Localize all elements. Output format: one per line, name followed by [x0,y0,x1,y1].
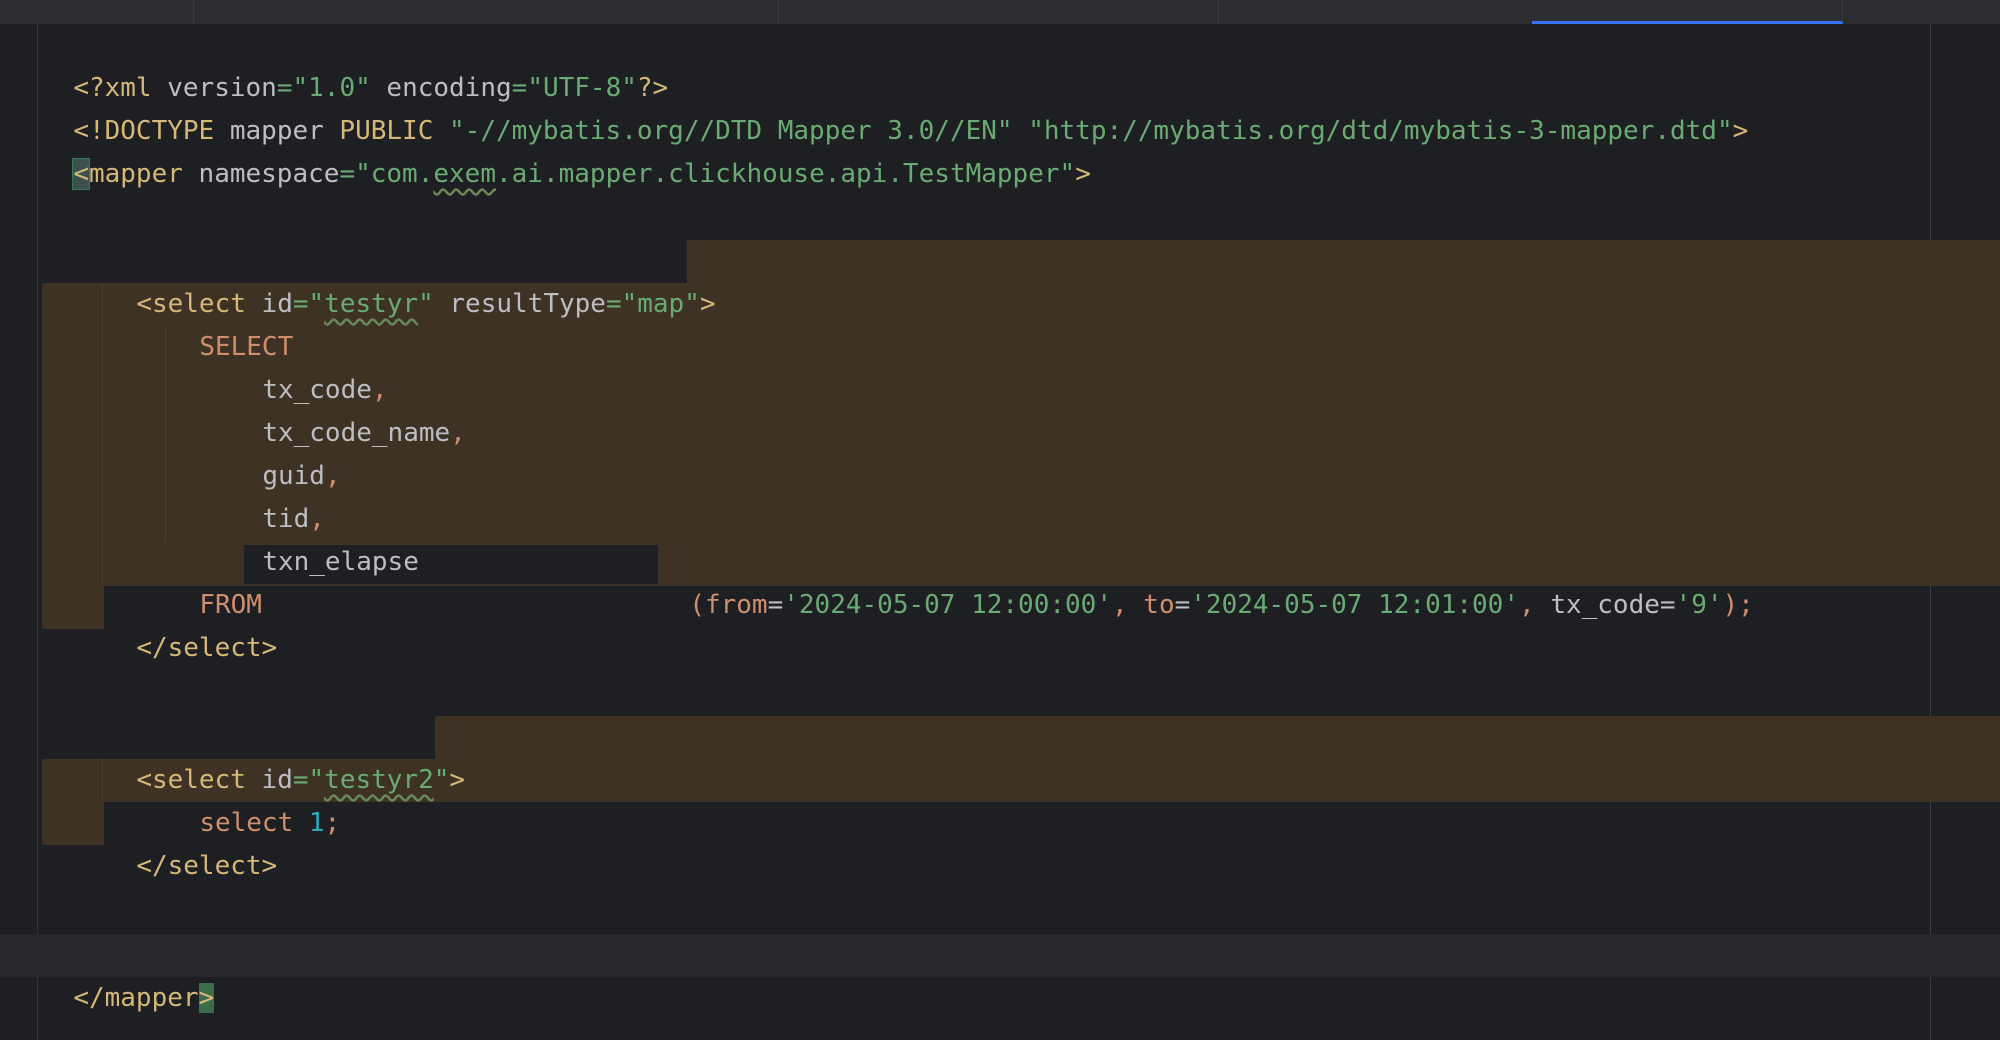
editor-tab-active[interactable] [1532,0,1843,24]
param-value: '2024-05-07 12:00:00' [783,590,1112,620]
doctype-system-id: "http://mybatis.org/dtd/mybatis-3-mapper… [1028,116,1733,146]
gutter-divider [37,24,38,1040]
editor-tab[interactable] [0,0,194,24]
code-line-mapper-close[interactable]: </mapper> [42,934,215,1013]
code-line-sql-select[interactable]: SELECT [168,283,293,362]
select-open-gt: > [449,765,466,795]
code-line-select2-close[interactable]: </select> [105,802,277,881]
code-line-mapper-open[interactable]: <mapper namespace="com.exem.ai.mapper.cl… [42,110,1091,190]
id-quote: " [433,765,450,795]
injected-language-highlight [435,716,2000,759]
mapper-close-gt-caret: > [198,983,215,1013]
code-line-sql-column[interactable]: guid, [231,412,340,491]
mapper-open-lt: < [72,158,90,190]
code-line-select2-body[interactable]: select 1; [168,759,340,838]
sql-number: 1 [293,808,325,838]
paren-open: ( [689,590,705,620]
paren-close: ) [1722,590,1739,620]
select-close-gt: > [261,633,278,663]
semicolon: ; [1738,590,1754,620]
code-line-sql-column[interactable]: tx_code, [231,326,387,405]
current-line-highlight [0,934,2000,977]
select-close-lt: </ [136,633,168,663]
param-sep: , [1519,590,1551,620]
code-line-select-open[interactable]: <select id="testyr" resultType="map"> [105,240,715,319]
code-line-select2-open[interactable]: <select id="testyr2"> [105,716,465,795]
select-close-gt: > [261,851,278,881]
param-eq: = [1659,590,1676,620]
indent-guide [102,759,103,802]
editor-tab[interactable] [778,0,1219,24]
indent-guide [102,283,103,586]
semicolon: ; [324,808,341,838]
editor-tab[interactable] [193,0,779,24]
select-open-lt: < [136,289,152,319]
sql-comma: , [324,461,341,491]
attr-eq: = [339,159,356,189]
id-value: testyr [324,289,419,319]
namespace-attr: namespace [182,159,340,189]
mapper-tag-name: mapper [88,159,183,189]
mapper-tag-name: mapper [104,983,199,1013]
editor-tab-bar [0,0,2000,24]
indent-guide [165,326,166,543]
code-line-select-close[interactable]: </select> [105,584,277,663]
param-value: '2024-05-07 12:01:00' [1190,590,1519,620]
result-type-value: "map" [621,289,700,319]
injected-language-highlight [687,240,2000,283]
code-line-sql-column[interactable]: tid, [231,455,325,534]
sql-comma: , [450,418,466,448]
code-line-sql-column[interactable]: tx_code_name, [231,369,466,448]
code-line-sql-column[interactable]: txn_elapse [231,498,419,577]
mapper-close-lt: </ [73,983,105,1013]
injected-language-highlight [42,802,104,845]
code-line-doctype[interactable]: <!DOCTYPE mapper PUBLIC "-//mybatis.org/… [42,67,1748,146]
attr-eq: = [292,289,309,319]
namespace-value-start: "com. [355,159,434,189]
sql-column: txn_elapse [262,547,419,577]
editor-tab[interactable] [1218,0,1533,24]
select-open-lt: < [136,765,152,795]
param-eq: = [1174,590,1191,620]
result-type-attr: resultType [433,289,606,319]
select-tag-name: select [167,851,262,881]
editor-tab[interactable] [1842,0,2000,24]
id-quote: " [418,289,434,319]
code-line-sql-from-args[interactable]: (from='2024-05-07 12:00:00', to='2024-05… [658,541,1754,620]
namespace-value-typo: exem [433,159,496,189]
param-sep: , [1111,590,1144,620]
select-open-gt: > [699,289,716,319]
doctype-close: > [1732,116,1749,146]
param-value: '9' [1675,590,1723,620]
param-name: from [704,590,768,620]
code-line-xml-declaration[interactable]: <?xml version="1.0" encoding="UTF-8"?> [42,24,668,103]
select-tag-name: select [167,633,262,663]
id-quote: " [308,289,325,319]
param-name: tx_code [1550,590,1660,620]
param-eq: = [767,590,784,620]
injected-language-highlight [42,586,104,629]
id-value: testyr2 [324,765,434,795]
namespace-value-end: .ai.mapper.clickhouse.api.TestMapper" [496,159,1076,189]
attr-eq: = [605,289,622,319]
param-name: to [1143,590,1175,620]
mapper-open-gt: > [1075,159,1091,189]
select-close-lt: </ [136,851,168,881]
code-line-sql-from-keyword[interactable]: FROM [168,541,262,620]
